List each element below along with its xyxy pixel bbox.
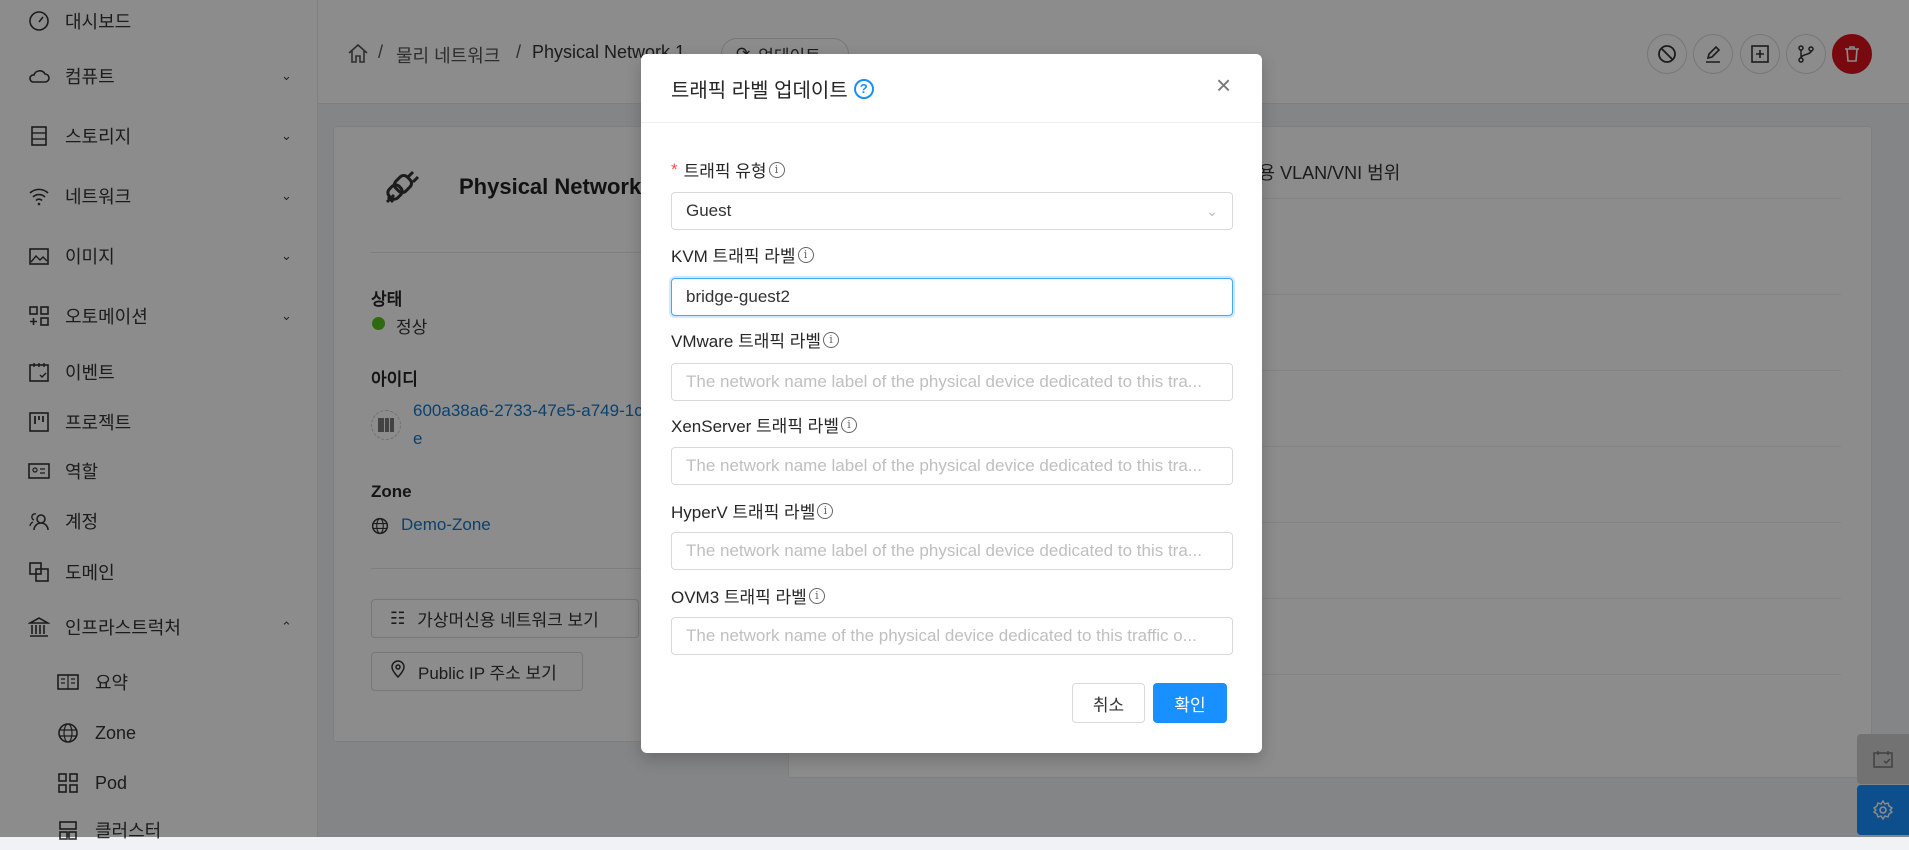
info-icon[interactable]: i — [840, 416, 857, 433]
xenserver-label: XenServer 트래픽 라벨 — [671, 417, 839, 436]
info-icon[interactable]: i — [823, 331, 839, 348]
dialog-header-divider — [641, 122, 1262, 123]
question-circle-icon[interactable]: ? — [853, 78, 874, 99]
vmware-label: VMware 트래픽 라벨 — [671, 332, 821, 351]
ok-button[interactable]: 확인 — [1153, 683, 1227, 723]
required-mark: * — [671, 159, 678, 179]
info-icon[interactable]: i — [797, 246, 814, 263]
kvm-label: KVM 트래픽 라벨 — [671, 247, 796, 266]
hyperv-label: HyperV 트래픽 라벨 — [671, 503, 816, 522]
hyperv-traffic-label-input[interactable] — [671, 532, 1233, 570]
chevron-down-icon: ⌄ — [1206, 202, 1218, 219]
xenserver-traffic-label-input[interactable] — [671, 447, 1233, 485]
info-icon[interactable]: i — [817, 502, 834, 519]
traffic-type-label: 트래픽 유형 — [683, 162, 767, 181]
cancel-button[interactable]: 취소 — [1072, 683, 1145, 723]
update-traffic-label-dialog: 트래픽 라벨 업데이트 ? × * 트래픽 유형 i Guest ⌄ KVM 트래픽 … — [641, 54, 1262, 753]
info-icon[interactable]: i — [808, 587, 825, 604]
kvm-traffic-label-input[interactable] — [671, 278, 1233, 316]
close-icon[interactable]: × — [1216, 72, 1231, 98]
vmware-traffic-label-input[interactable] — [671, 363, 1233, 401]
ovm3-label: OVM3 트래픽 라벨 — [671, 588, 807, 607]
traffic-type-select[interactable]: Guest ⌄ — [671, 192, 1233, 230]
info-icon[interactable]: i — [768, 161, 785, 178]
dialog-title: 트래픽 라벨 업데이트 — [671, 80, 848, 102]
ovm3-traffic-label-input[interactable] — [671, 617, 1233, 655]
